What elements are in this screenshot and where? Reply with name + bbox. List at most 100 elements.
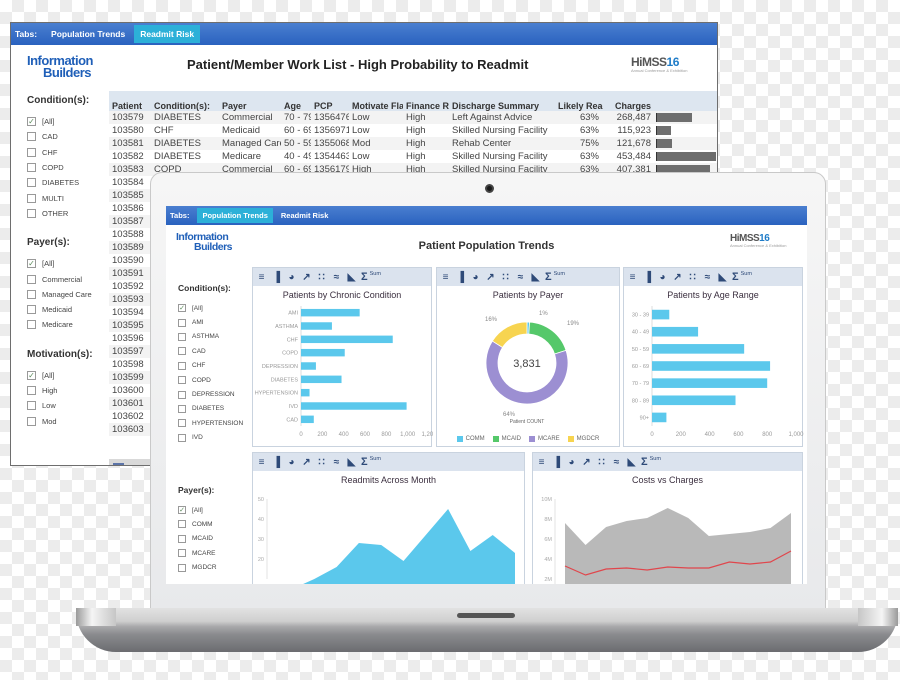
column-header[interactable]: Motivate Flag (349, 102, 403, 111)
checkbox[interactable] (178, 433, 186, 442)
checkbox[interactable]: ✓ (27, 117, 36, 127)
checkbox[interactable]: ✓ (27, 259, 36, 269)
filter-option[interactable]: CAD (178, 344, 243, 358)
filter-option[interactable]: CHF (178, 359, 243, 373)
filter-option[interactable]: IVD (178, 431, 243, 445)
column-header[interactable]: Age (281, 102, 311, 111)
checkbox[interactable] (178, 390, 186, 399)
sort-icon[interactable]: ≡ (627, 272, 638, 283)
filter-option[interactable]: CHF (27, 145, 93, 160)
filter-option[interactable]: MGDCR (178, 560, 243, 574)
legend-item[interactable]: MCAID (492, 436, 521, 442)
sort-icon[interactable]: ≡ (440, 272, 451, 283)
scatter-chart-icon[interactable]: ∷ (316, 457, 327, 468)
column-header[interactable]: Charges (603, 102, 653, 111)
pie-chart-icon[interactable]: ◕ (286, 457, 297, 468)
filter-option[interactable]: COPD (178, 373, 243, 387)
checkbox[interactable] (178, 376, 186, 385)
checkbox[interactable]: ✓ (178, 506, 186, 515)
sum-button[interactable]: Σ Sum (361, 456, 381, 468)
filter-option[interactable]: DIABETES (27, 175, 93, 190)
area-chart-icon[interactable]: ◣ (346, 272, 357, 283)
checkbox[interactable] (178, 520, 186, 529)
filter-option[interactable]: Managed Care (27, 287, 93, 302)
checkbox[interactable] (178, 419, 186, 428)
filter-option[interactable]: Low (27, 398, 93, 413)
sum-button[interactable]: Σ Sum (641, 456, 661, 468)
sort-icon[interactable]: ≡ (256, 272, 267, 283)
filter-option[interactable]: AMI (178, 315, 243, 329)
scatter-chart-icon[interactable]: ∷ (687, 272, 698, 283)
scatter-chart-icon[interactable]: ∷ (500, 272, 511, 283)
bar-chart-icon[interactable]: ▐ (551, 457, 562, 468)
line-chart-icon[interactable]: ↗ (672, 272, 683, 283)
tab-population-trends[interactable]: Population Trends (45, 25, 131, 43)
checkbox[interactable]: ✓ (178, 304, 186, 313)
pie-chart-icon[interactable]: ◕ (657, 272, 668, 283)
checkbox[interactable] (27, 401, 36, 411)
checkbox[interactable] (27, 289, 36, 299)
checkbox[interactable] (27, 305, 36, 315)
checkbox[interactable] (27, 208, 36, 218)
scatter-chart-icon[interactable]: ∷ (316, 272, 327, 283)
checkbox[interactable] (178, 332, 186, 341)
legend-item[interactable]: MGDCR (567, 436, 599, 442)
filter-option[interactable]: ✓ [All] (27, 368, 93, 383)
sort-icon[interactable]: ≡ (536, 457, 547, 468)
column-header[interactable]: PCP (311, 102, 349, 111)
pie-chart-icon[interactable]: ◕ (286, 272, 297, 283)
area-chart-icon[interactable]: ◣ (346, 457, 357, 468)
filter-option[interactable]: Medicaid (27, 302, 93, 317)
checkbox[interactable] (178, 549, 186, 558)
filter-option[interactable]: DEPRESSION (178, 387, 243, 401)
line-chart-icon[interactable]: ↗ (301, 272, 312, 283)
sum-button[interactable]: Σ Sum (732, 271, 752, 283)
bar-chart-icon[interactable]: ▐ (455, 272, 466, 283)
checkbox[interactable] (178, 347, 186, 356)
filter-option[interactable]: Mod (27, 413, 93, 428)
pie-chart-icon[interactable]: ◕ (470, 272, 481, 283)
area-chart-icon[interactable]: ◣ (530, 272, 541, 283)
filter-option[interactable]: COMM (178, 517, 243, 531)
filter-option[interactable]: ✓ [All] (178, 301, 243, 315)
pie-chart-icon[interactable]: ◕ (566, 457, 577, 468)
filter-option[interactable]: CAD (27, 129, 93, 144)
multi-line-icon[interactable]: ≈ (331, 457, 342, 468)
sort-icon[interactable]: ≡ (256, 457, 267, 468)
filter-option[interactable]: ✓ [All] (27, 114, 93, 129)
filter-option[interactable]: OTHER (27, 206, 93, 221)
bar-chart-icon[interactable]: ▐ (271, 272, 282, 283)
column-header[interactable]: Likely Readmit (555, 102, 603, 111)
column-header[interactable]: Discharge Summary (449, 102, 555, 111)
tab-readmit-risk[interactable]: Readmit Risk (134, 25, 201, 43)
checkbox[interactable] (178, 361, 186, 370)
checkbox[interactable] (178, 534, 186, 543)
filter-option[interactable]: MCARE (178, 546, 243, 560)
filter-option[interactable]: High (27, 383, 93, 398)
checkbox[interactable] (27, 274, 36, 284)
table-row[interactable]: 103579 DIABETES Commercial 70 - 79 1356476 Lo… (109, 111, 717, 124)
checkbox[interactable] (27, 416, 36, 426)
checkbox[interactable] (27, 147, 36, 157)
line-chart-icon[interactable]: ↗ (301, 457, 312, 468)
filter-option[interactable]: HYPERTENSION (178, 416, 243, 430)
checkbox[interactable] (27, 163, 36, 173)
filter-option[interactable]: Medicare (27, 317, 93, 332)
filter-option[interactable]: ✓ [All] (27, 256, 93, 271)
scatter-chart-icon[interactable]: ∷ (596, 457, 607, 468)
checkbox[interactable] (178, 563, 186, 572)
checkbox[interactable] (178, 404, 186, 413)
multi-line-icon[interactable]: ≈ (702, 272, 713, 283)
tab-population-trends[interactable]: Population Trends (197, 208, 273, 223)
area-chart-icon[interactable]: ◣ (626, 457, 637, 468)
checkbox[interactable] (27, 178, 36, 188)
filter-option[interactable]: DIABETES (178, 402, 243, 416)
sum-button[interactable]: Σ Sum (361, 271, 381, 283)
column-header[interactable]: Payer (219, 102, 281, 111)
checkbox[interactable] (27, 132, 36, 142)
checkbox[interactable] (178, 318, 186, 327)
table-row[interactable]: 103580 CHF Medicaid 60 - 69 1356971 Low High Sk… (109, 124, 717, 137)
bar-chart-icon[interactable]: ▐ (642, 272, 653, 283)
table-row[interactable]: 103581 DIABETES Managed Care 50 - 59 1355068… (109, 137, 717, 150)
table-row[interactable]: 103582 DIABETES Medicare 40 - 49 1354463 Low H… (109, 150, 717, 163)
